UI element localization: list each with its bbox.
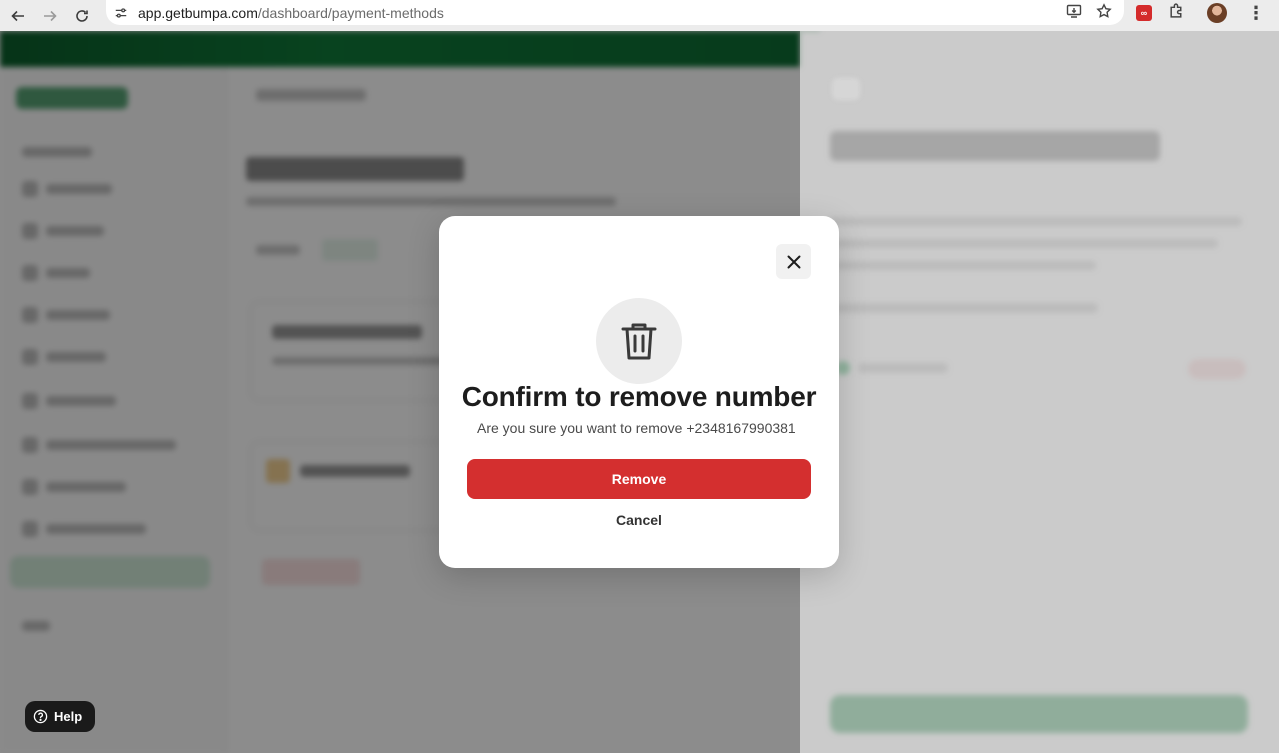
url-domain: app.getbumpa.com: [138, 4, 258, 21]
trash-icon: [621, 323, 657, 360]
panel-back-icon: [832, 78, 860, 100]
more-menu-icon[interactable]: ⋮: [1247, 4, 1265, 22]
close-button[interactable]: [776, 244, 811, 279]
close-icon: [787, 255, 800, 268]
help-label: Help: [54, 709, 83, 724]
trash-icon-container: [596, 298, 682, 384]
back-arrow-icon: [11, 10, 24, 21]
forward-button[interactable]: [34, 0, 66, 31]
back-button[interactable]: [2, 0, 34, 31]
reload-button[interactable]: [66, 0, 98, 31]
help-button[interactable]: Help: [25, 701, 95, 732]
puzzle-icon[interactable]: [1168, 2, 1185, 24]
reload-icon: [76, 9, 88, 22]
extension-icon[interactable]: ∞: [1136, 4, 1152, 21]
site-settings-icon[interactable]: [114, 6, 128, 20]
dialog-description: Are you sure you want to remove +2348167…: [477, 420, 796, 436]
browser-toolbar: app.getbumpa.com/dashboard/payment-metho…: [0, 0, 1279, 31]
forward-arrow-icon: [44, 10, 57, 21]
question-circle-icon: [33, 709, 48, 724]
cancel-button[interactable]: Cancel: [589, 509, 689, 531]
dialog-title: Confirm to remove number: [461, 381, 817, 412]
profile-avatar[interactable]: [1207, 2, 1227, 23]
address-bar[interactable]: app.getbumpa.com/dashboard/payment-metho…: [106, 0, 1124, 25]
url-path: /dashboard/payment-methods: [257, 4, 444, 21]
confirm-remove-dialog: Confirm to remove number Are you sure yo…: [439, 216, 839, 568]
install-app-icon[interactable]: [1066, 3, 1082, 19]
panel-backdrop: [800, 31, 1279, 753]
bookmark-star-icon[interactable]: [1096, 3, 1112, 19]
remove-button[interactable]: Remove: [467, 459, 811, 499]
